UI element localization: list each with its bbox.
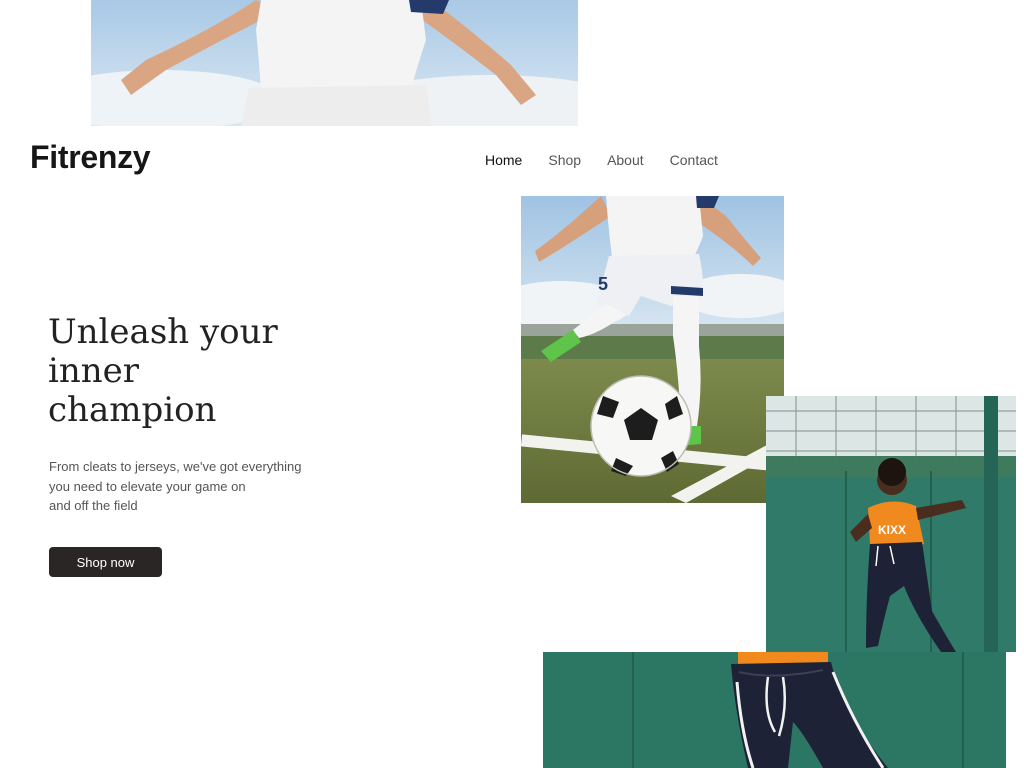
nav-about-link[interactable]: About bbox=[607, 152, 644, 168]
soccer-ball-photo: 5 bbox=[521, 196, 784, 503]
main-nav: Home Shop About Contact bbox=[485, 152, 718, 168]
nav-shop-link[interactable]: Shop bbox=[548, 152, 581, 168]
brand-logo[interactable]: Fitrenzy bbox=[30, 139, 151, 176]
kid-soccer-photo: KIXX bbox=[766, 396, 1016, 652]
hero-headline: Unleash your inner champion bbox=[48, 312, 278, 430]
nav-contact-link[interactable]: Contact bbox=[670, 152, 718, 168]
jersey-number: 5 bbox=[598, 274, 608, 294]
top-hero-photo bbox=[91, 0, 578, 126]
jersey-print: KIXX bbox=[878, 523, 906, 537]
hero-subtext: From cleats to jerseys, we've got everyt… bbox=[49, 459, 302, 513]
shop-now-button[interactable]: Shop now bbox=[49, 547, 162, 577]
kid-trackpants-photo bbox=[543, 652, 1006, 768]
nav-home-link[interactable]: Home bbox=[485, 152, 522, 168]
